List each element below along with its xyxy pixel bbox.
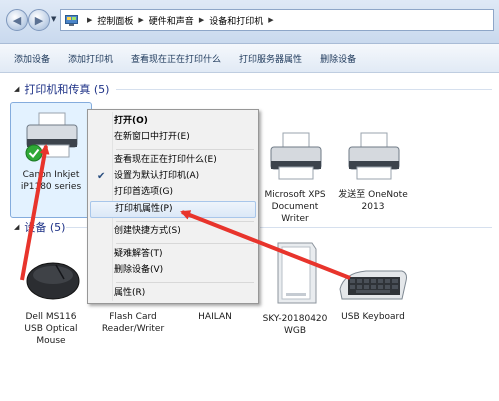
device-label: Dell MS116 USB Optical Mouse [24,312,78,346]
menu-item-printer-properties[interactable]: 打印机属性(P) [90,201,256,218]
group-divider [116,89,492,90]
menu-separator [116,282,254,283]
back-button[interactable]: ◀ [6,9,28,31]
device-dell-mouse[interactable]: Dell MS116 USB Optical Mouse [14,255,88,347]
breadcrumb-separator[interactable]: ▶ [138,16,143,24]
collapse-icon[interactable]: ◢ [14,85,19,93]
add-device-button[interactable]: 添加设备 [8,49,56,68]
back-arrow-icon: ◀ [12,13,22,27]
add-printer-button[interactable]: 添加打印机 [62,49,119,68]
control-panel-icon [65,14,78,26]
device-label: 发送至 OneNote 2013 [338,190,408,212]
print-server-properties-button[interactable]: 打印服务器属性 [233,49,308,68]
device-onenote-printer[interactable]: 发送至 OneNote 2013 [336,129,410,213]
address-bar: ◀ ▶ ▼ ▶ 控制面板 ▶ 硬件和声音 ▶ 设备和打印机 ▶ [0,0,499,44]
menu-item-create-shortcut[interactable]: 创建快捷方式(S) [90,223,256,240]
recent-pages-dropdown-icon[interactable]: ▼ [51,15,56,23]
collapse-icon[interactable]: ◢ [14,223,19,231]
menu-item-printing-preferences[interactable]: 打印首选项(G) [90,184,256,201]
device-label: USB Keyboard [341,312,405,322]
keyboard-icon [339,270,407,300]
device-microsoft-xps-writer[interactable]: Microsoft XPS Document Writer [258,129,332,225]
device-label: Flash Card Reader/Writer [101,312,165,334]
menu-item-set-default-printer[interactable]: ✔ 设置为默认打印机(A) [90,168,256,185]
breadcrumb-separator[interactable]: ▶ [268,16,273,24]
group-header-devices[interactable]: ◢ 设备 (5) [14,219,65,235]
device-label: Microsoft XPS Document Writer [264,190,326,224]
menu-item-open[interactable]: 打开(O) [90,113,256,130]
group-divider [260,227,492,228]
device-canon-printer[interactable]: Canon Inkjet iP1180 series [10,102,92,218]
command-bar: 添加设备 添加打印机 查看现在正在打印什么 打印服务器属性 删除设备 [0,44,499,73]
group-header-printers[interactable]: ◢ 打印机和传真 (5) [14,81,109,97]
menu-item-properties[interactable]: 属性(R) [90,285,256,302]
checkmark-icon: ✔ [97,171,106,182]
menu-item-remove-device[interactable]: 删除设备(V) [90,262,256,279]
breadcrumb-hardware-sound[interactable]: 硬件和声音 [149,14,194,27]
mouse-icon [26,262,80,300]
forward-arrow-icon: ▶ [34,13,44,27]
breadcrumb-separator[interactable]: ▶ [199,16,204,24]
device-label: Canon Inkjet iP1180 series [20,170,82,192]
printer-icon [348,132,400,180]
menu-item-see-whats-printing[interactable]: 查看现在正在打印什么(E) [90,152,256,169]
breadcrumb-devices-printers[interactable]: 设备和打印机 [209,14,263,27]
see-whats-printing-button[interactable]: 查看现在正在打印什么 [125,49,227,68]
forward-button[interactable]: ▶ [28,9,50,31]
menu-item-troubleshoot[interactable]: 疑难解答(T) [90,246,256,263]
breadcrumb-separator[interactable]: ▶ [87,16,92,24]
context-menu: 打开(O) 在新窗口中打开(E) 查看现在正在打印什么(E) ✔ 设置为默认打印… [87,109,259,304]
menu-item-open-new-window[interactable]: 在新窗口中打开(E) [90,129,256,146]
device-sky-pc[interactable]: SKY-20180420 WGB [258,239,332,337]
remove-device-button[interactable]: 删除设备 [314,49,362,68]
menu-separator [116,243,254,244]
tower-pc-icon [277,242,317,304]
printer-icon [270,132,322,180]
group-divider [66,227,88,228]
device-label: SKY-20180420 WGB [262,314,328,336]
breadcrumb-control-panel[interactable]: 控制面板 [97,14,133,27]
default-printer-check-icon [25,144,43,162]
device-usb-keyboard[interactable]: USB Keyboard [336,263,410,323]
breadcrumb[interactable]: ▶ 控制面板 ▶ 硬件和声音 ▶ 设备和打印机 ▶ [60,9,494,31]
printer-icon [25,112,78,162]
device-label: HAILAN [198,312,232,322]
menu-separator [116,221,254,222]
menu-separator [116,149,254,150]
